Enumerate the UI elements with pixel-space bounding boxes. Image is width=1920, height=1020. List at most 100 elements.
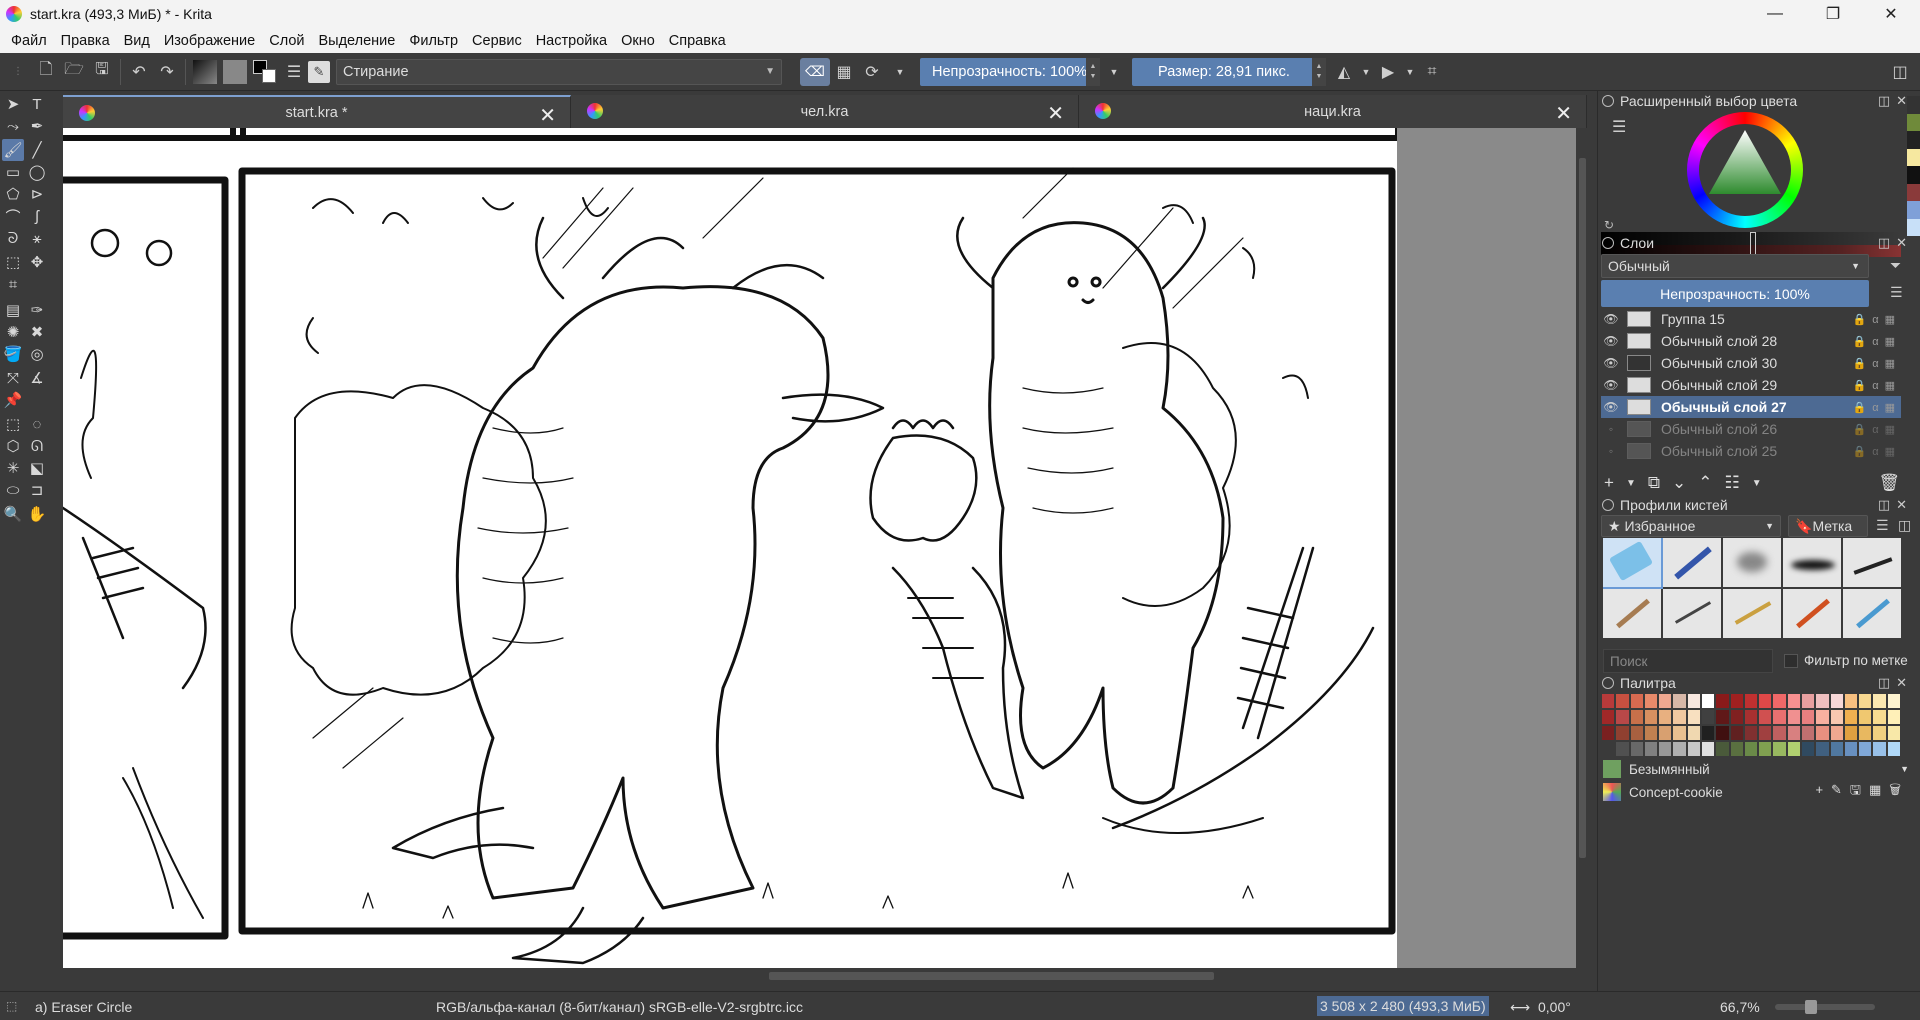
canvas-area[interactable] <box>63 128 1589 968</box>
maximize-button[interactable]: ❐ <box>1804 0 1862 28</box>
menu-window[interactable]: Окно <box>614 33 662 49</box>
menu-image[interactable]: Изображение <box>157 33 262 49</box>
horizontal-scrollbar[interactable] <box>63 968 1589 984</box>
menu-view[interactable]: Вид <box>117 33 157 49</box>
brush-settings-icon[interactable]: ☰ <box>280 58 308 86</box>
comic-page[interactable] <box>63 128 1401 968</box>
pattern-selector-icon[interactable] <box>223 59 247 84</box>
lock-icon[interactable] <box>1602 499 1614 511</box>
move-up-icon[interactable]: ⌃ <box>1698 473 1712 493</box>
undo-icon[interactable]: ↶ <box>125 58 153 86</box>
assistant-tool-icon[interactable]: ⤧ <box>2 367 24 389</box>
recent-colors-strip[interactable] <box>1907 96 1920 236</box>
chevron-down-icon[interactable]: ▼ <box>1900 764 1909 774</box>
chevron-down-icon[interactable]: ▼ <box>1100 58 1128 86</box>
layer-row[interactable]: ◦ Обычный слой 25 🔒α▦ <box>1601 440 1901 462</box>
magnetic-select-icon[interactable]: ⊐ <box>26 479 48 501</box>
layer-opacity-slider[interactable]: Непрозрачность: 100% <box>1601 280 1869 307</box>
calligraphy-icon[interactable]: ✒ <box>26 115 48 137</box>
freehand-select-icon[interactable]: ᘏ <box>26 435 48 457</box>
layer-props-icon[interactable]: 🔒α▦ <box>1853 357 1901 370</box>
close-button[interactable]: ✕ <box>1862 0 1920 28</box>
color-menu-icon[interactable]: ☰ <box>1612 117 1626 137</box>
dynamic-brush-icon[interactable]: ᘐ <box>2 227 24 249</box>
layer-props-icon[interactable]: 🔒α▦ <box>1853 445 1901 458</box>
brush-tag-button[interactable]: 🔖 Метка <box>1788 515 1868 537</box>
eye-icon[interactable]: 👁 <box>1601 378 1621 392</box>
menu-settings[interactable]: Настройка <box>529 33 614 49</box>
polygon-select-icon[interactable]: ⬡ <box>2 435 24 457</box>
eye-icon[interactable]: 👁 <box>1601 356 1621 370</box>
blend-mode-select[interactable]: Обычный ▼ <box>1601 254 1869 278</box>
preserve-alpha-icon[interactable]: ▦ <box>830 58 858 86</box>
text-tool-icon[interactable]: T <box>26 93 48 115</box>
refresh-icon[interactable]: ↻ <box>1604 218 1614 232</box>
close-icon[interactable]: ✕ <box>1555 101 1572 126</box>
close-icon[interactable]: ✕ <box>1047 101 1064 126</box>
layer-props-icon[interactable]: 🔒α▦ <box>1853 335 1901 348</box>
redo-icon[interactable]: ↷ <box>153 58 181 86</box>
scroll-thumb[interactable] <box>769 972 1214 980</box>
opacity-slider[interactable]: Непрозрачность: 100% ▲ ▼ <box>920 57 1100 86</box>
fill-tool-icon[interactable]: 🪣 <box>2 343 24 365</box>
filter-icon[interactable]: ⏷ <box>1890 257 1901 274</box>
brush-preset-ink[interactable] <box>1783 538 1841 587</box>
eye-closed-icon[interactable]: ◦ <box>1601 422 1621 436</box>
bezier-select-icon[interactable]: ⬭ <box>2 479 24 501</box>
brush-preset-airbrush[interactable] <box>1843 589 1901 638</box>
menu-file[interactable]: Файл <box>4 33 54 49</box>
eye-closed-icon[interactable]: ◦ <box>1601 444 1621 458</box>
close-icon[interactable]: ✕ <box>539 103 556 128</box>
zoom-tool-icon[interactable]: 🔍 <box>2 503 24 525</box>
brush-preset-thumbnail-icon[interactable]: ✎ <box>308 60 330 83</box>
freehand-brush-icon[interactable]: 🖌 <box>2 139 24 161</box>
lock-icon[interactable] <box>1602 95 1614 107</box>
rect-select-icon[interactable]: ⬚ <box>2 413 24 435</box>
lock-icon[interactable] <box>1602 677 1614 689</box>
brush-preset-smudge[interactable] <box>1723 589 1781 638</box>
polygon-tool-icon[interactable]: ⬠ <box>2 183 24 205</box>
menu-filter[interactable]: Фильтр <box>402 33 465 49</box>
spinbox-arrows-icon[interactable]: ▲ ▼ <box>1086 57 1100 86</box>
select-shapes-icon[interactable]: ➤ <box>2 93 24 115</box>
spinbox-arrows-icon[interactable]: ▲ ▼ <box>1312 57 1326 86</box>
pan-tool-icon[interactable]: ✋ <box>26 503 48 525</box>
mirror-vertical-icon[interactable]: ▶ <box>1374 58 1402 86</box>
brush-preset-eraser[interactable] <box>1603 538 1663 589</box>
reload-preset-icon[interactable]: ⟳ <box>858 58 886 86</box>
chevron-down-icon[interactable]: ▼ <box>1358 58 1374 86</box>
wrap-around-icon[interactable]: ⌗ <box>1418 58 1446 86</box>
tab-chel-kra[interactable]: чел.kra ✕ <box>571 95 1079 128</box>
brush-preset-marker[interactable] <box>1843 538 1901 587</box>
layer-menu-icon[interactable]: ☰ <box>1890 284 1903 301</box>
layer-row[interactable]: 👁 Группа 15 🔒α▦ <box>1601 308 1901 330</box>
ellipse-tool-icon[interactable]: ◯ <box>26 161 48 183</box>
checkbox[interactable] <box>1784 653 1798 668</box>
line-tool-icon[interactable]: ╱ <box>26 139 48 161</box>
contiguous-select-icon[interactable]: ✳ <box>2 457 24 479</box>
layer-props-icon[interactable]: 🔒α▦ <box>1853 401 1901 414</box>
layer-properties-icon[interactable]: ☷ <box>1724 473 1739 493</box>
eye-icon[interactable]: 👁 <box>1601 312 1621 326</box>
crop-tool-icon[interactable]: ⌗ <box>2 273 24 295</box>
chevron-down-icon[interactable]: ▼ <box>886 58 914 86</box>
menu-select[interactable]: Выделение <box>311 33 402 49</box>
dock-controls-icon[interactable]: ◫✕ <box>1878 235 1913 251</box>
filter-by-tag-checkbox[interactable]: Фильтр по метке <box>1784 653 1908 668</box>
vertical-scrollbar[interactable] <box>1576 128 1589 968</box>
freehand-path-icon[interactable]: ʃ <box>26 205 48 227</box>
dock-controls-icon[interactable]: ◫✕ <box>1878 675 1913 691</box>
layer-props-icon[interactable]: 🔒α▦ <box>1853 313 1901 326</box>
dock-controls-icon[interactable]: ◫✕ <box>1878 497 1913 513</box>
gradient-tool-icon[interactable]: ▤ <box>2 299 24 321</box>
chevron-down-icon[interactable]: ▼ <box>1626 478 1636 489</box>
gradient-selector-icon[interactable] <box>193 59 217 84</box>
bezier-tool-icon[interactable]: ⌒ <box>2 205 24 227</box>
open-document-icon[interactable]: 🗁 <box>60 58 88 86</box>
similar-select-icon[interactable]: ⬕ <box>26 457 48 479</box>
color-picker-icon[interactable]: ✑ <box>26 299 48 321</box>
layer-props-icon[interactable]: 🔒α▦ <box>1853 379 1901 392</box>
eye-icon[interactable]: 👁 <box>1601 400 1621 414</box>
layer-row-selected[interactable]: 👁 Обычный слой 27 🔒α▦ <box>1601 396 1901 418</box>
layer-props-icon[interactable]: 🔒α▦ <box>1853 423 1901 436</box>
